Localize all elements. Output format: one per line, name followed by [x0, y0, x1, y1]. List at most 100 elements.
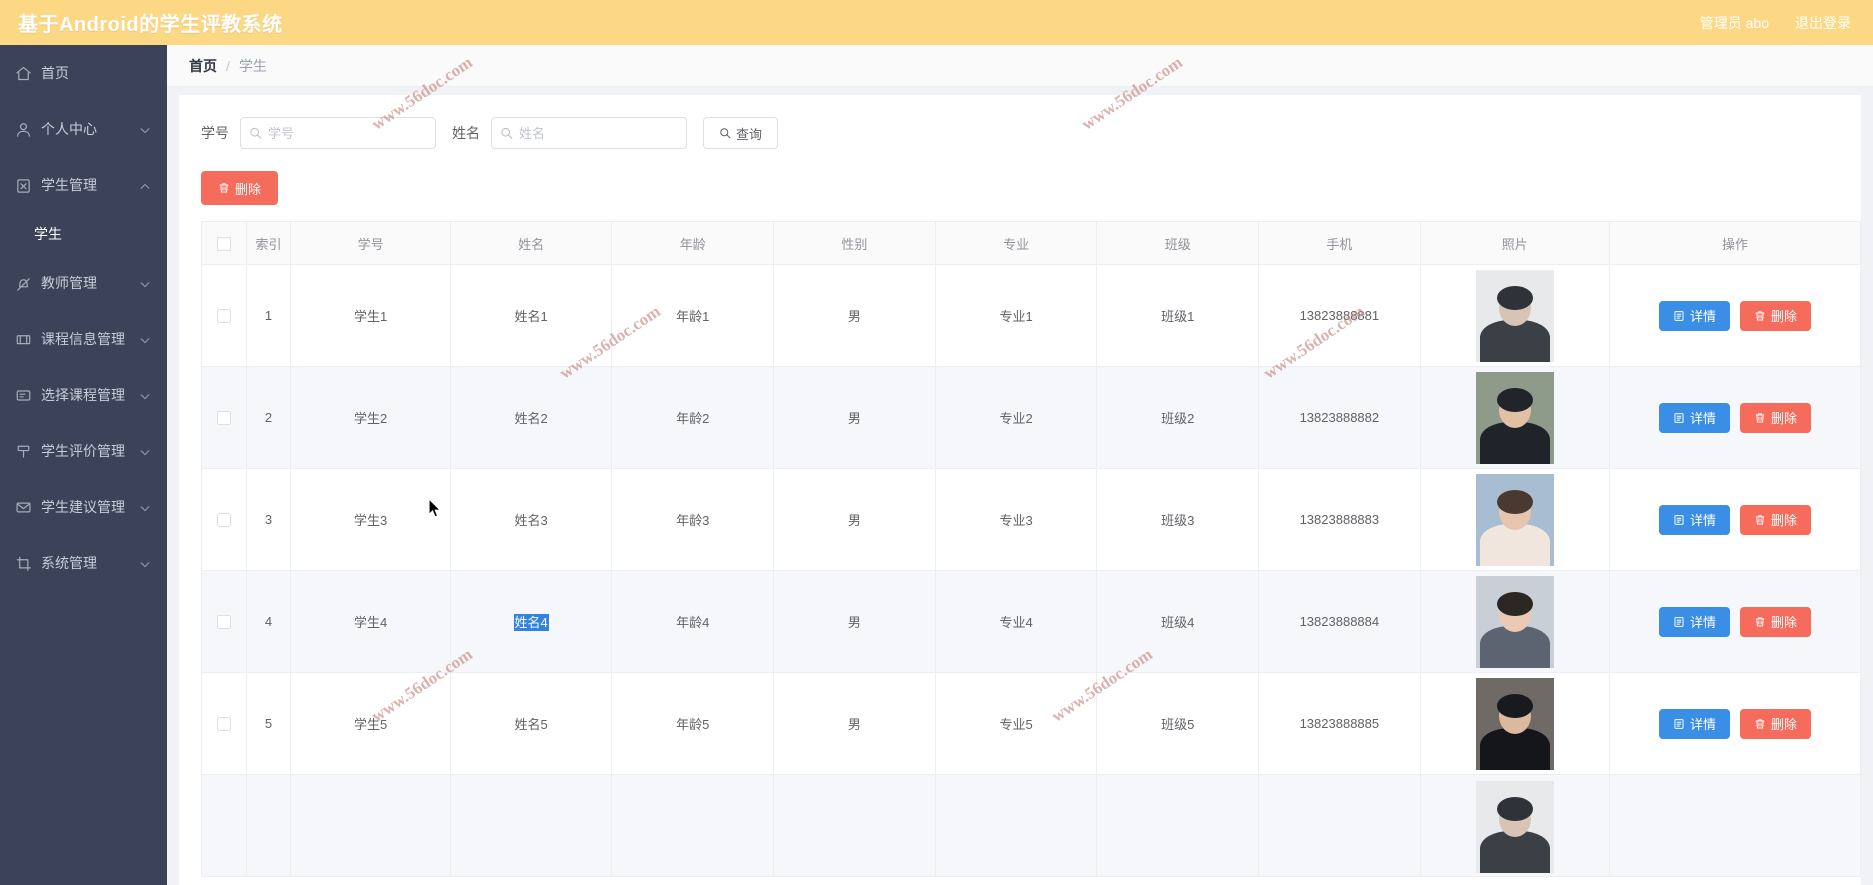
student-photo-3 [1475, 473, 1554, 566]
row-delete-button[interactable]: 删除 [1739, 504, 1811, 535]
cell-photo [1420, 774, 1610, 877]
cell-actions: 详情 删除 [1609, 366, 1862, 469]
cell-class: 班级5 [1096, 672, 1260, 775]
sidebar-subitem-student[interactable]: 学生 [0, 213, 167, 255]
query-button[interactable]: 查询 [703, 117, 779, 149]
chevron-down-icon [139, 333, 151, 345]
cell-actions [1609, 774, 1862, 877]
trash-icon [218, 182, 230, 194]
sidebar-item-4[interactable]: 教师管理 [0, 255, 167, 311]
cell-phone [1258, 774, 1421, 877]
sidebar: 首页个人中心学生管理 学生教师管理课程信息管理 选择课程管理 学生评价管理 学生建议管理… [0, 45, 167, 885]
topbar-right-group: 管理员 abo 退出登录 [1700, 13, 1851, 33]
detail-button[interactable]: 详情 [1658, 504, 1730, 535]
row-checkbox-cell[interactable] [201, 570, 247, 673]
cell-index: 4 [246, 570, 292, 673]
document-icon [1673, 310, 1685, 322]
row-delete-button[interactable]: 删除 [1739, 300, 1811, 331]
sidebar-item-8[interactable]: 学生建议管理 [0, 479, 167, 535]
checkbox-icon[interactable] [216, 411, 231, 426]
message-icon [14, 386, 32, 404]
cell-major: 专业4 [935, 570, 1098, 673]
chevron-down-icon [139, 557, 151, 569]
checkbox-icon[interactable] [216, 513, 231, 528]
trash-icon [1754, 412, 1766, 424]
pin-icon [14, 442, 32, 460]
row-delete-label: 删除 [1770, 411, 1797, 426]
column-header-8: 手机 [1258, 221, 1421, 265]
document-icon [1673, 718, 1685, 730]
cell-photo [1420, 366, 1610, 469]
sidebar-item-3[interactable]: 学生管理 [0, 157, 167, 213]
breadcrumb-current: 学生 [238, 57, 267, 74]
column-header-3: 姓名 [450, 221, 613, 265]
student-photo-2 [1475, 371, 1554, 464]
cell-major: 专业3 [935, 468, 1098, 571]
sidebar-item-1[interactable]: 首页 [0, 45, 167, 101]
sidebar-item-label: 个人中心 [41, 121, 97, 137]
checkbox-icon[interactable] [216, 615, 231, 630]
column-header-4: 年龄 [611, 221, 775, 265]
app-root: 基于Android的学生评教系统 管理员 abo 退出登录 首页 个人中心 学生管理… [0, 0, 1873, 885]
search-icon [249, 127, 262, 140]
table-row[interactable] [201, 774, 1862, 877]
film-icon [14, 330, 32, 348]
logout-link[interactable]: 退出登录 [1795, 13, 1851, 33]
detail-button[interactable]: 详情 [1658, 708, 1730, 739]
cell-student-id: 学生4 [290, 570, 451, 673]
content-panel: 学号 姓名 [179, 95, 1862, 885]
table-row[interactable]: 2 学生2 姓名2 年龄2 男专业2 班级2 13823888882 详情 删除 [201, 366, 1862, 469]
checkbox-icon[interactable] [216, 236, 231, 251]
row-checkbox-cell[interactable] [201, 468, 247, 571]
sidebar-item-9[interactable]: 系统管理 [0, 535, 167, 591]
cell-index: 3 [246, 468, 292, 571]
sidebar-item-7[interactable]: 学生评价管理 [0, 423, 167, 479]
cell-age [611, 774, 775, 877]
table-row[interactable]: 1 学生1 姓名1 年龄1 男专业1 班级1 13823888881 详情 删除 [201, 264, 1862, 367]
checkbox-icon[interactable] [216, 309, 231, 324]
row-checkbox-cell[interactable] [201, 264, 247, 367]
cell-name-wrap [450, 774, 613, 877]
table-row[interactable]: 4 学生4 姓名4 年龄4 男专业4 班级4 13823888884 详情 删除 [201, 570, 1862, 673]
sidebar-item-label: 教师管理 [41, 275, 97, 291]
detail-button[interactable]: 详情 [1658, 606, 1730, 637]
select-all-header[interactable] [201, 221, 247, 265]
cell-photo [1420, 570, 1610, 673]
student-name-input[interactable] [519, 118, 686, 148]
bulk-delete-button[interactable]: 删除 [201, 171, 279, 205]
chevron-down-icon [139, 277, 151, 289]
breadcrumb-separator: / [226, 57, 230, 74]
row-checkbox-cell[interactable] [201, 366, 247, 469]
row-delete-label: 删除 [1770, 513, 1797, 528]
chevron-down-icon [139, 389, 151, 401]
row-delete-button[interactable]: 删除 [1739, 402, 1811, 433]
cell-age: 年龄1 [611, 264, 775, 367]
sidebar-item-2[interactable]: 个人中心 [0, 101, 167, 157]
detail-button[interactable]: 详情 [1658, 402, 1730, 433]
cell-age: 年龄3 [611, 468, 775, 571]
row-delete-button[interactable]: 删除 [1739, 708, 1811, 739]
table-row[interactable]: 5 学生5 姓名5 年龄5 男专业5 班级5 13823888885 详情 删除 [201, 672, 1862, 775]
current-user-label: 管理员 abo [1699, 14, 1769, 31]
sidebar-item-5[interactable]: 课程信息管理 [0, 311, 167, 367]
chevron-down-icon [139, 501, 151, 513]
breadcrumb-home[interactable]: 首页 [189, 56, 217, 76]
cell-class [1096, 774, 1260, 877]
student-id-label: 学号 [201, 125, 229, 141]
cell-major: 专业2 [935, 366, 1098, 469]
sidebar-item-6[interactable]: 选择课程管理 [0, 367, 167, 423]
student-id-input[interactable] [268, 118, 435, 148]
cell-actions: 详情 删除 [1609, 264, 1862, 367]
chevron-down-icon [139, 123, 151, 135]
home-icon [14, 64, 32, 82]
student-name-input-wrap[interactable] [491, 117, 687, 149]
student-id-input-wrap[interactable] [240, 117, 436, 149]
cell-name-wrap: 姓名2 [450, 366, 613, 469]
row-delete-button[interactable]: 删除 [1739, 606, 1811, 637]
detail-button[interactable]: 详情 [1658, 300, 1730, 331]
row-checkbox-cell[interactable] [201, 774, 247, 877]
row-checkbox-cell[interactable] [201, 672, 247, 775]
table-row[interactable]: 3 学生3 姓名3 年龄3 男专业3 班级3 13823888883 详情 删除 [201, 468, 1862, 571]
checkbox-icon[interactable] [216, 717, 231, 732]
cell-student-id: 学生3 [290, 468, 451, 571]
